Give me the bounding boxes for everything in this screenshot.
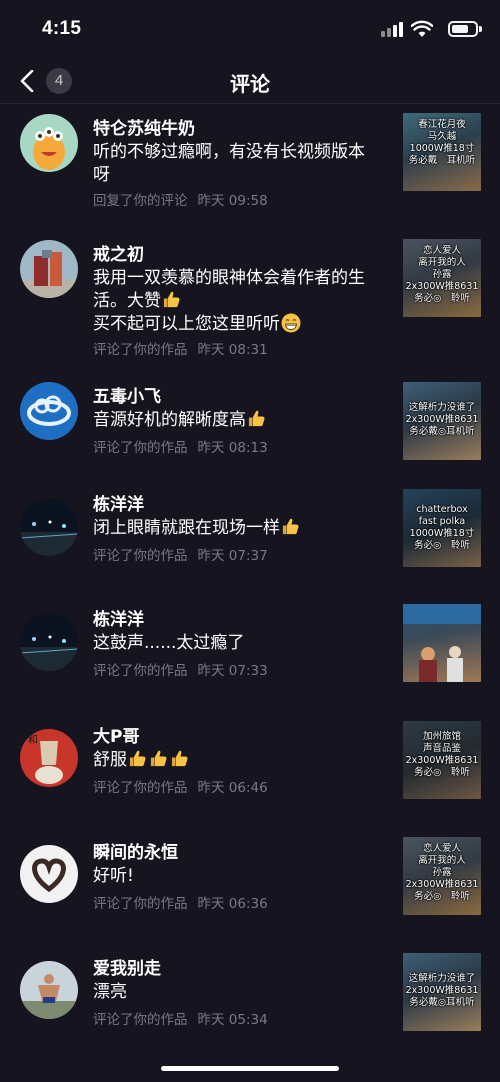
user-name[interactable]: 栋洋洋 xyxy=(93,605,144,630)
action-text: 评论了你的作品 xyxy=(93,440,188,456)
thumbnail-caption: 恋人爱人 离开我的人 孙露 2x300W推8631 务必◎ 聆听 xyxy=(405,245,479,304)
page-title: 评论 xyxy=(230,72,270,96)
comment-item[interactable]: 和 大P哥 舒服 评论了你的作品 昨天 06:46 加州旅馆 声音品鉴 2x300… xyxy=(0,706,500,822)
thumbnail-caption: 这解析力没谁了 2x300W推8631 务必戴◎耳机听 xyxy=(405,402,479,437)
wifi-icon xyxy=(411,20,433,37)
action-text: 回复了你的评论 xyxy=(93,193,188,209)
timestamp: 昨天 08:31 xyxy=(197,342,268,358)
comment-meta: 回复了你的评论 昨天 09:58 xyxy=(93,189,268,209)
thumbs-up-icon xyxy=(281,517,300,536)
action-text: 评论了你的作品 xyxy=(93,663,188,679)
night-road-avatar[interactable] xyxy=(20,498,78,556)
action-text: 评论了你的作品 xyxy=(93,548,188,564)
signal-icon xyxy=(381,21,403,37)
user-name[interactable]: 特仑苏纯牛奶 xyxy=(93,114,195,139)
thumbs-up-icon xyxy=(162,290,181,309)
video-thumbnail[interactable] xyxy=(403,604,481,682)
timestamp: 昨天 07:37 xyxy=(197,548,268,564)
thumbnail-caption: 恋人爱人 离开我的人 孙露 2x300W推8631 务必◎ 聆听 xyxy=(405,843,479,902)
video-thumbnail[interactable]: 这解析力没谁了 2x300W推8631 务必戴◎耳机听 xyxy=(403,382,481,460)
comment-meta: 评论了你的作品 昨天 06:36 xyxy=(93,892,268,912)
thumbnail-caption: chatterbox fast polka 1000W推18寸 务必◎ 聆听 xyxy=(409,504,475,551)
comment-meta: 评论了你的作品 昨天 05:34 xyxy=(93,1008,268,1028)
user-name[interactable]: 大P哥 xyxy=(93,722,139,747)
nav-bar: 4 评论 xyxy=(0,58,500,104)
comment-text: 舒服 xyxy=(93,749,393,772)
comment-meta: 评论了你的作品 昨天 07:37 xyxy=(93,544,268,564)
thumbnail-caption: 加州旅馆 声音品鉴 2x300W推8631 务必◎ 聆听 xyxy=(405,731,479,778)
comment-text: 听的不够过瘾啊，有没有长视频版本 呀 xyxy=(93,142,365,185)
video-thumbnail[interactable]: 春江花月夜 马久越 1000W推18寸 务必戴 耳机听 xyxy=(403,113,481,191)
thumbs-up-icon xyxy=(149,749,168,768)
user-name[interactable]: 瞬间的永恒 xyxy=(93,838,178,863)
action-text: 评论了你的作品 xyxy=(93,780,188,796)
comment-meta: 评论了你的作品 昨天 07:33 xyxy=(93,659,268,679)
thumbs-up-icon xyxy=(170,749,189,768)
svg-text:和: 和 xyxy=(28,734,38,746)
comment-meta: 评论了你的作品 昨天 06:46 xyxy=(93,776,268,796)
status-bar: 4:15 xyxy=(0,0,500,58)
timestamp: 昨天 06:36 xyxy=(197,896,268,912)
comment-meta: 评论了你的作品 昨天 08:13 xyxy=(93,436,268,456)
timestamp: 昨天 09:58 xyxy=(197,193,268,209)
comment-text: 音源好机的解晰度高 xyxy=(93,409,393,432)
book-stack-avatar[interactable] xyxy=(20,240,78,298)
thumbnail-caption: 春江花月夜 马久越 1000W推18寸 务必戴 耳机听 xyxy=(408,119,476,166)
comment-meta: 评论了你的作品 昨天 08:31 xyxy=(93,338,268,358)
comment-item[interactable]: 戒之初 我用一双羡慕的眼神体会着作者的生 活。大赞 买不起可以上您这里听听 评论… xyxy=(0,220,500,358)
video-thumbnail[interactable]: 加州旅馆 声音品鉴 2x300W推8631 务必◎ 聆听 xyxy=(403,721,481,799)
timestamp: 昨天 06:46 xyxy=(197,780,268,796)
comment-text: 闭上眼睛就跟在现场一样 xyxy=(93,517,393,540)
thumbs-up-icon xyxy=(128,749,147,768)
crowd-scene xyxy=(403,604,481,682)
comment-item[interactable]: 瞬间的永恒 好听! 评论了你的作品 昨天 06:36 恋人爱人 离开我的人 孙露 … xyxy=(0,822,500,938)
comment-text: 这鼓声......太过瘾了 xyxy=(93,633,245,653)
comment-item[interactable]: 栋洋洋 这鼓声......太过瘾了 评论了你的作品 昨天 07:33 xyxy=(0,590,500,706)
monster-avatar[interactable] xyxy=(20,114,78,172)
comment-item[interactable]: 栋洋洋 闭上眼睛就跟在现场一样 评论了你的作品 昨天 07:37 chatterb… xyxy=(0,474,500,590)
thumbnail-caption: 这解析力没谁了 2x300W推8631 务必戴◎耳机听 xyxy=(405,973,479,1008)
timestamp: 昨天 08:13 xyxy=(197,440,268,456)
status-time: 4:15 xyxy=(42,18,82,39)
comment-item[interactable]: 特仑苏纯牛奶 听的不够过瘾啊，有没有长视频版本 呀 回复了你的评论 昨天 09:5… xyxy=(0,104,500,220)
comment-item[interactable]: 爱我别走 漂亮 评论了你的作品 昨天 05:34 这解析力没谁了 2x300W推8… xyxy=(0,938,500,1054)
night-road-avatar[interactable] xyxy=(20,613,78,671)
cloud-avatar[interactable] xyxy=(20,382,78,440)
user-name[interactable]: 爱我别走 xyxy=(93,954,161,979)
comment-text: 我用一双羡慕的眼神体会着作者的生 活。大赞 买不起可以上您这里听听 xyxy=(93,268,365,334)
action-text: 评论了你的作品 xyxy=(93,1012,188,1028)
user-name[interactable]: 五毒小飞 xyxy=(93,382,161,407)
calligraphy-avatar[interactable]: 和 xyxy=(20,729,78,787)
heart-hands-avatar[interactable] xyxy=(20,845,78,903)
home-indicator[interactable] xyxy=(161,1066,339,1071)
user-name[interactable]: 戒之初 xyxy=(93,240,144,265)
video-thumbnail[interactable]: 这解析力没谁了 2x300W推8631 务必戴◎耳机听 xyxy=(403,953,481,1031)
action-text: 评论了你的作品 xyxy=(93,896,188,912)
comment-list: 特仑苏纯牛奶 听的不够过瘾啊，有没有长视频版本 呀 回复了你的评论 昨天 09:5… xyxy=(0,104,500,1054)
timestamp: 昨天 07:33 xyxy=(197,663,268,679)
action-text: 评论了你的作品 xyxy=(93,342,188,358)
timestamp: 昨天 05:34 xyxy=(197,1012,268,1028)
swimmer-avatar[interactable] xyxy=(20,961,78,1019)
video-thumbnail[interactable]: 恋人爱人 离开我的人 孙露 2x300W推8631 务必◎ 聆听 xyxy=(403,239,481,317)
video-thumbnail[interactable]: 恋人爱人 离开我的人 孙露 2x300W推8631 务必◎ 聆听 xyxy=(403,837,481,915)
user-name[interactable]: 栋洋洋 xyxy=(93,490,144,515)
comment-item[interactable]: 五毒小飞 音源好机的解晰度高 评论了你的作品 昨天 08:13 这解析力没谁了 2… xyxy=(0,358,500,474)
video-thumbnail[interactable]: chatterbox fast polka 1000W推18寸 务必◎ 聆听 xyxy=(403,489,481,567)
battery-icon xyxy=(448,21,482,37)
comment-text: 好听! xyxy=(93,866,134,886)
thumbs-up-icon xyxy=(247,409,266,428)
grin-emoji-icon xyxy=(281,313,301,333)
comment-text: 漂亮 xyxy=(93,982,127,1002)
